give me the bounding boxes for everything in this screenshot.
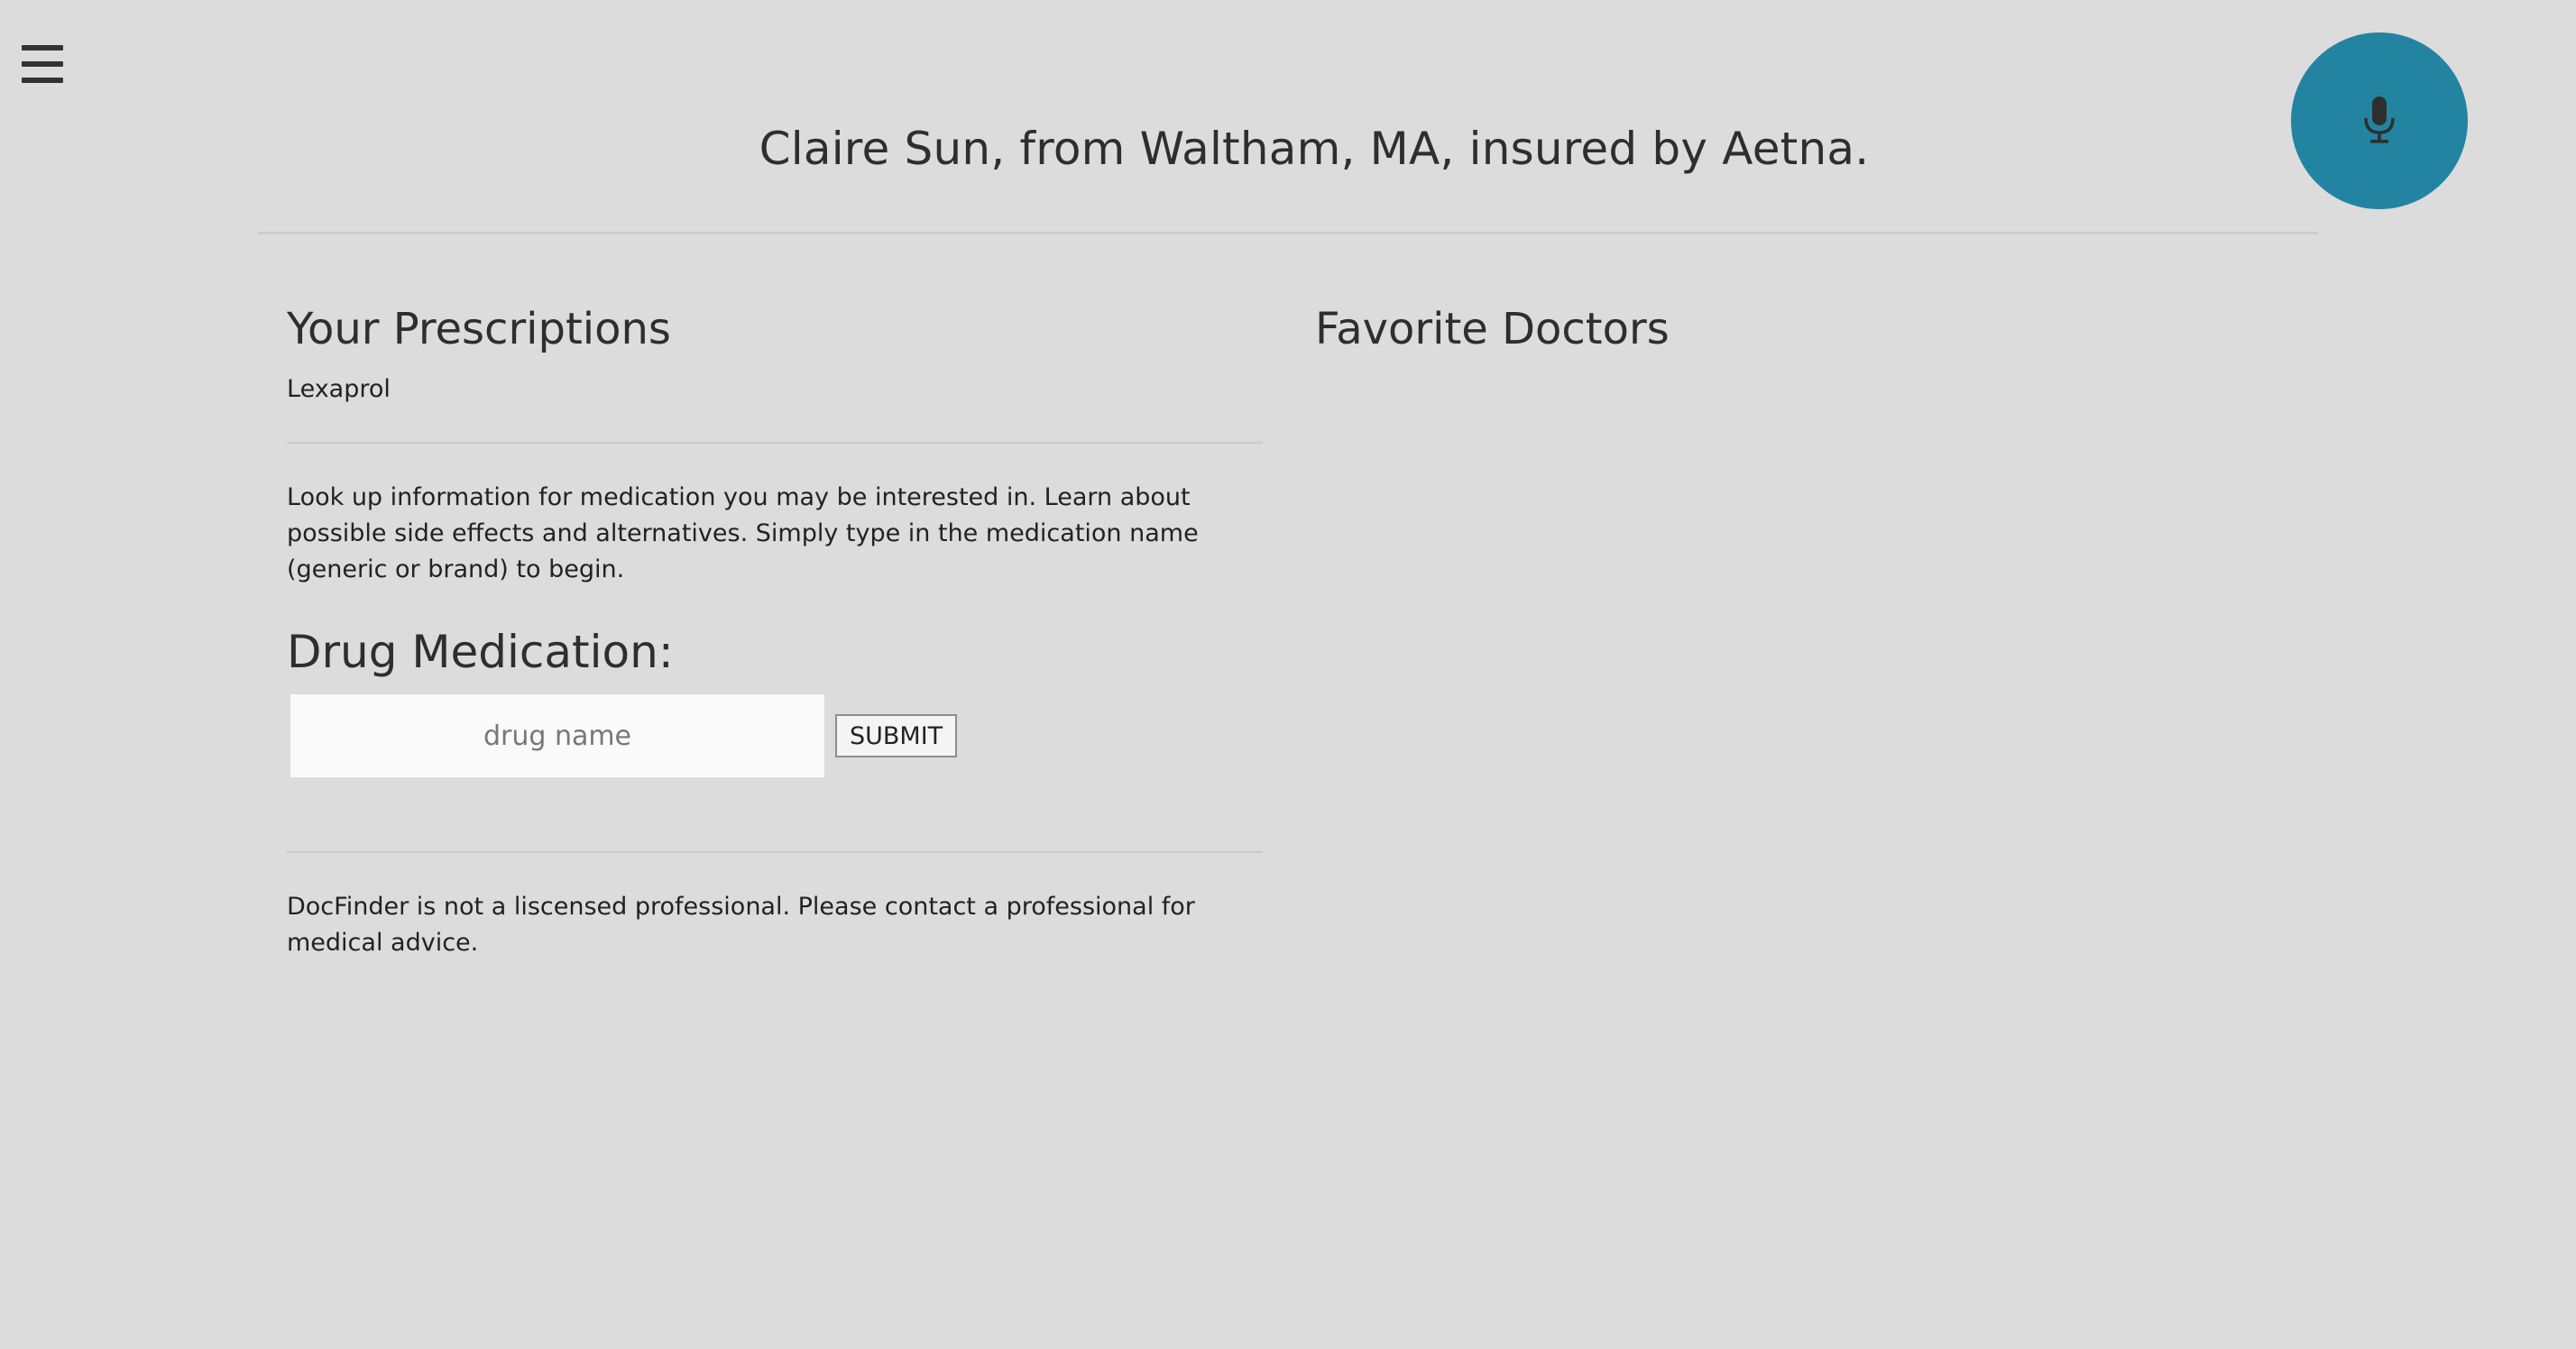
page-title: Claire Sun, from Waltham, MA, insured by…: [759, 123, 1870, 175]
header-divider: [258, 232, 2318, 234]
hamburger-menu-icon[interactable]: [22, 45, 63, 83]
drug-name-input[interactable]: [290, 694, 824, 777]
prescription-item: Lexaprol: [287, 375, 391, 403]
favorites-column: Favorite Doctors: [1315, 298, 2217, 361]
section-divider: [287, 442, 1263, 444]
prescriptions-heading: Your Prescriptions: [287, 304, 671, 354]
voice-input-button[interactable]: [2291, 32, 2468, 209]
prescriptions-column: Your Prescriptions Lexaprol Look up info…: [287, 298, 1263, 961]
lookup-info-text: Look up information for medication you m…: [287, 483, 1199, 583]
favorite-doctors-heading: Favorite Doctors: [1315, 304, 1670, 354]
submit-button[interactable]: SUBMIT: [835, 714, 958, 757]
disclaimer-text: DocFinder is not a liscensed professiona…: [287, 893, 1195, 957]
page: Claire Sun, from Waltham, MA, insured by…: [0, 0, 2576, 1349]
drug-medication-heading: Drug Medication:: [287, 626, 674, 678]
section-divider: [287, 851, 1263, 853]
drug-search-row: SUBMIT: [290, 694, 1263, 777]
